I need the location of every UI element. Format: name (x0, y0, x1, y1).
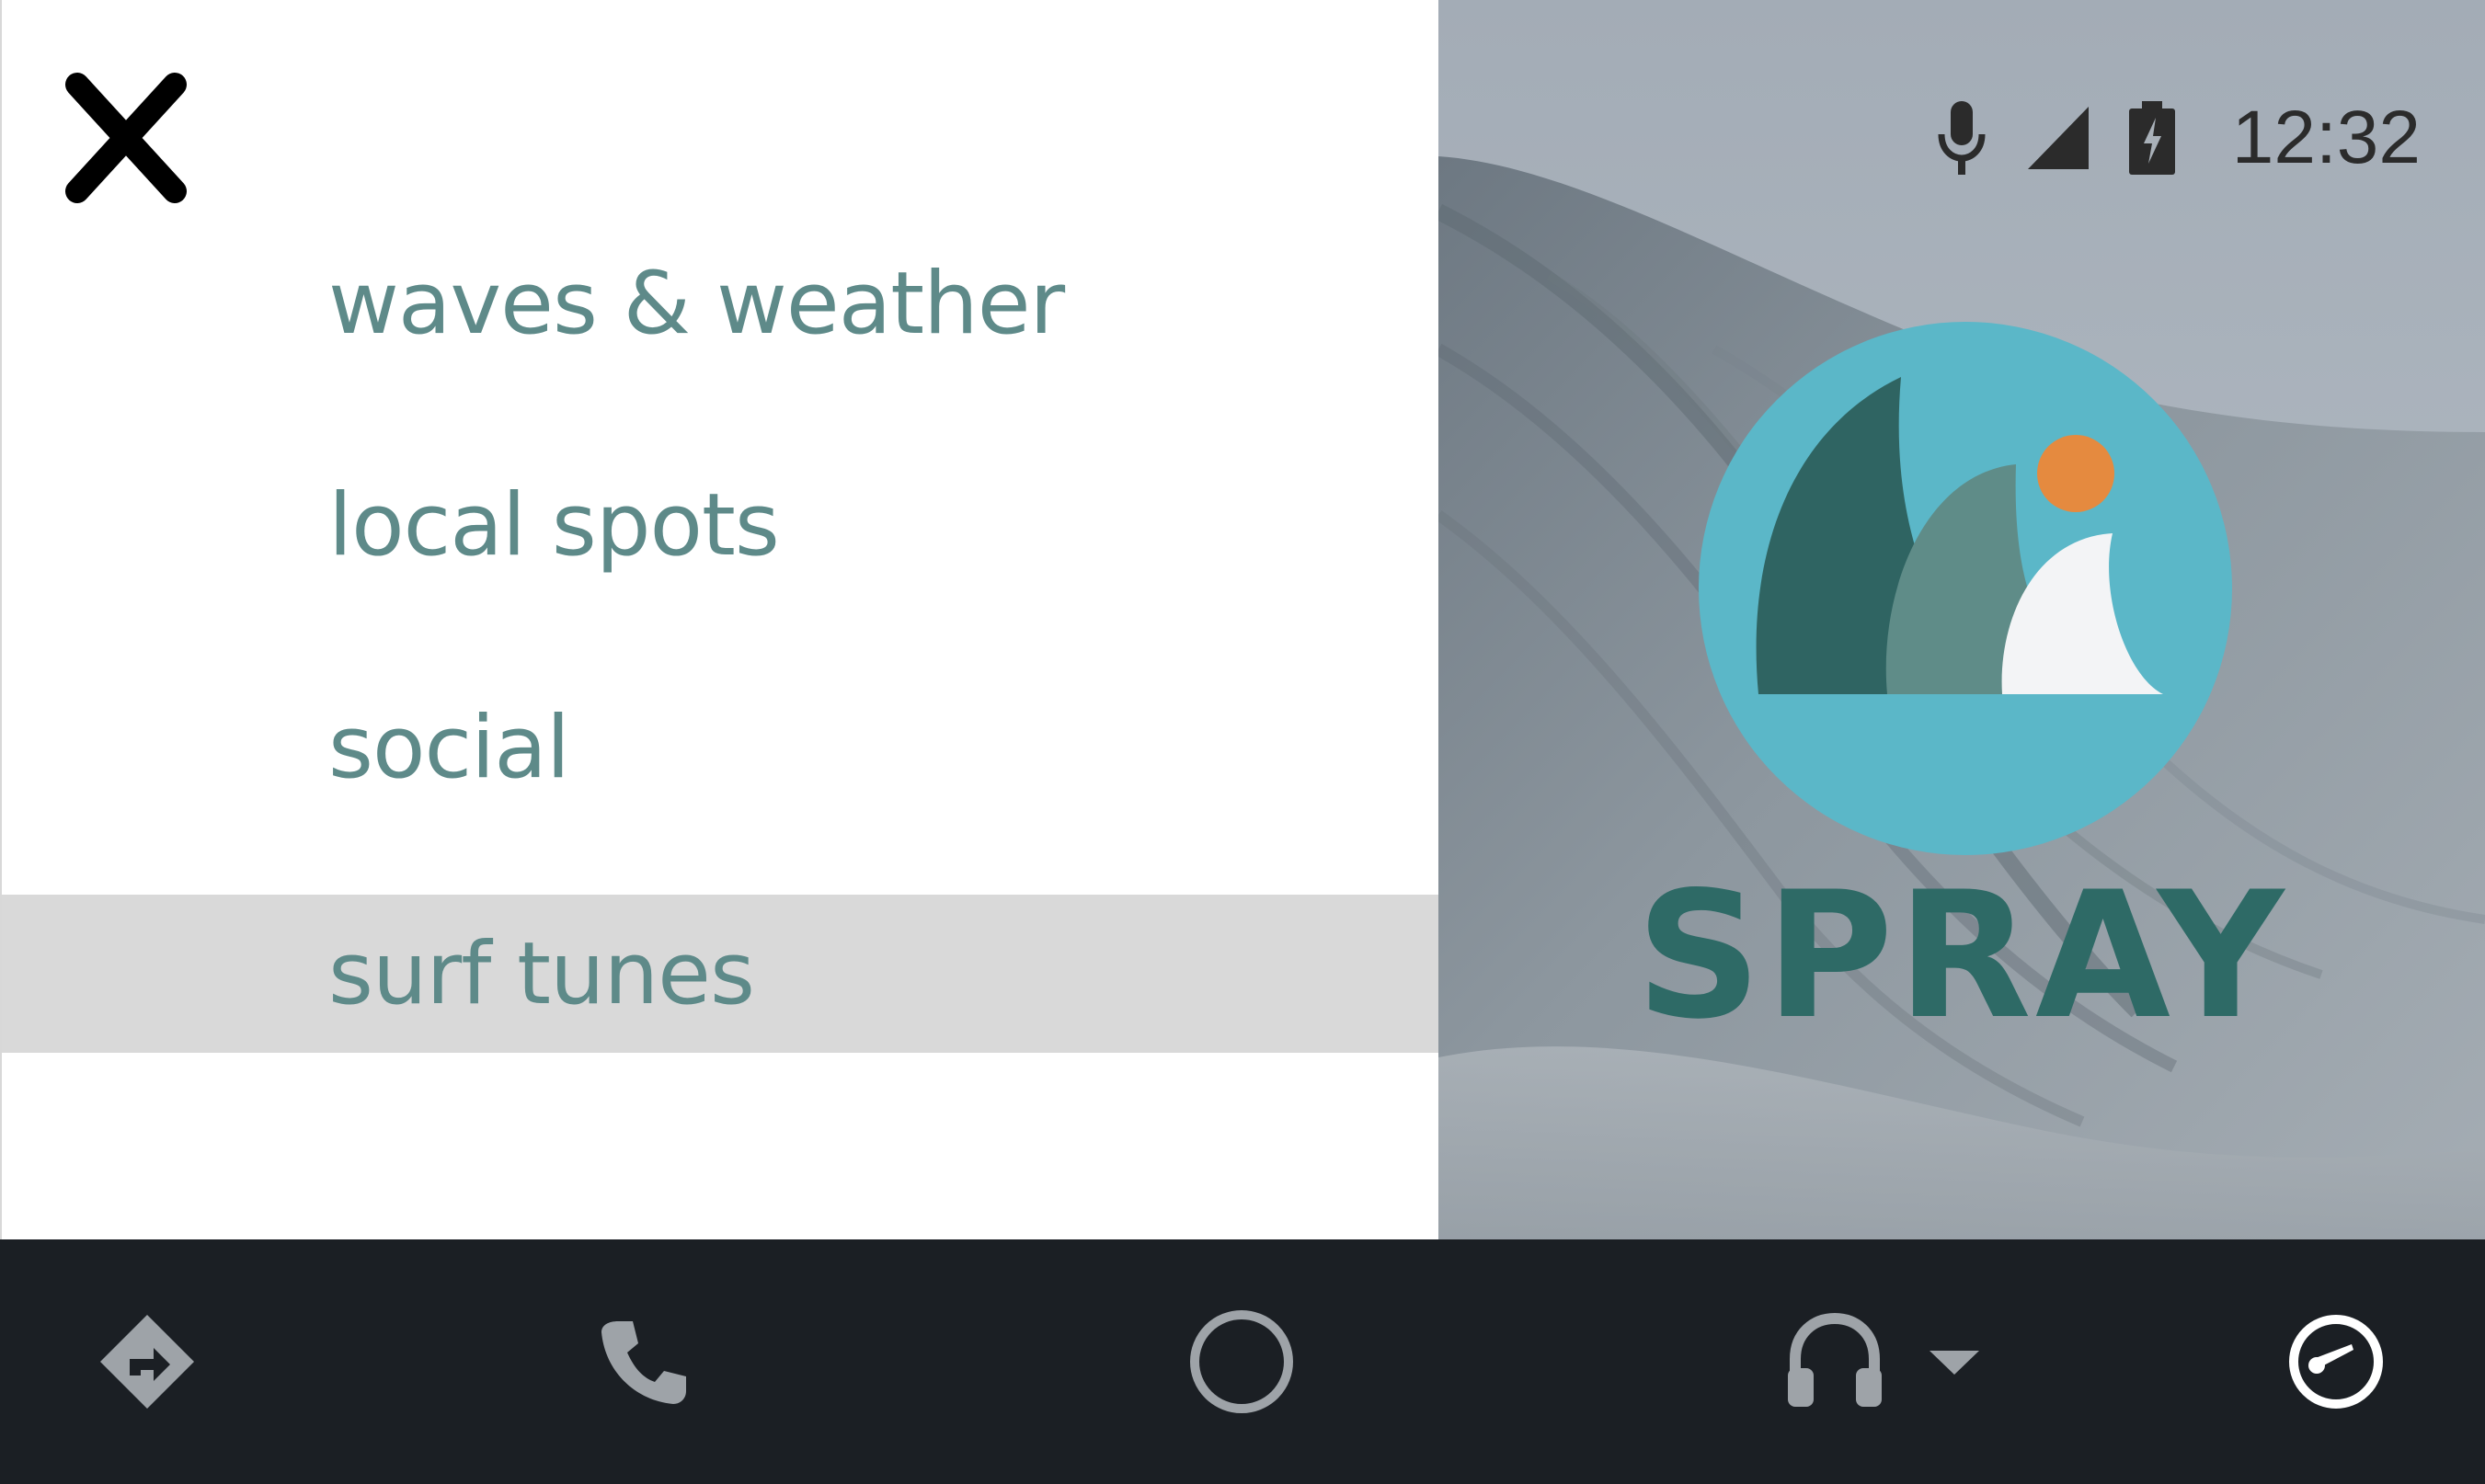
navigation-icon (100, 1315, 194, 1409)
menu-item-label: surf tunes (328, 923, 755, 1024)
overview-dashboard-icon (2289, 1315, 2383, 1409)
navigation-drawer: waves & weather local spots social surf … (0, 0, 1440, 1239)
phone-button[interactable] (552, 1239, 736, 1484)
battery-charging-icon (2128, 101, 2175, 175)
bottom-nav-bar (0, 1239, 2485, 1484)
cell-signal-icon (2027, 107, 2089, 169)
menu-item-local-spots[interactable]: local spots (2, 446, 1440, 604)
status-bar: 12:32 (1934, 92, 2421, 184)
close-button[interactable] (57, 64, 195, 211)
menu-item-label: local spots (328, 474, 780, 576)
headphones-icon (1788, 1312, 1882, 1407)
hero-background: 12:32 SPRAY (1438, 0, 2485, 1239)
home-button[interactable] (1150, 1239, 1334, 1484)
media-button[interactable] (1766, 1239, 2005, 1484)
navigation-button[interactable] (55, 1239, 239, 1484)
phone-icon (601, 1321, 686, 1404)
status-clock: 12:32 (2231, 96, 2421, 179)
menu-item-social[interactable]: social (2, 668, 1440, 827)
chevron-down-icon (1930, 1351, 1979, 1375)
menu-item-waves-weather[interactable]: waves & weather (2, 224, 1440, 382)
microphone-icon (1938, 101, 1986, 175)
menu-item-surf-tunes[interactable]: surf tunes (2, 895, 1440, 1053)
spray-logo (1699, 322, 2232, 855)
android-auto-screen: waves & weather local spots social surf … (0, 0, 2485, 1484)
menu-item-label: social (328, 697, 570, 798)
home-circle-icon (1190, 1310, 1293, 1413)
overview-button[interactable] (2244, 1239, 2428, 1484)
app-name: SPRAY (1635, 854, 2288, 1057)
close-icon (65, 73, 187, 203)
menu-item-label: waves & weather (328, 253, 1065, 354)
